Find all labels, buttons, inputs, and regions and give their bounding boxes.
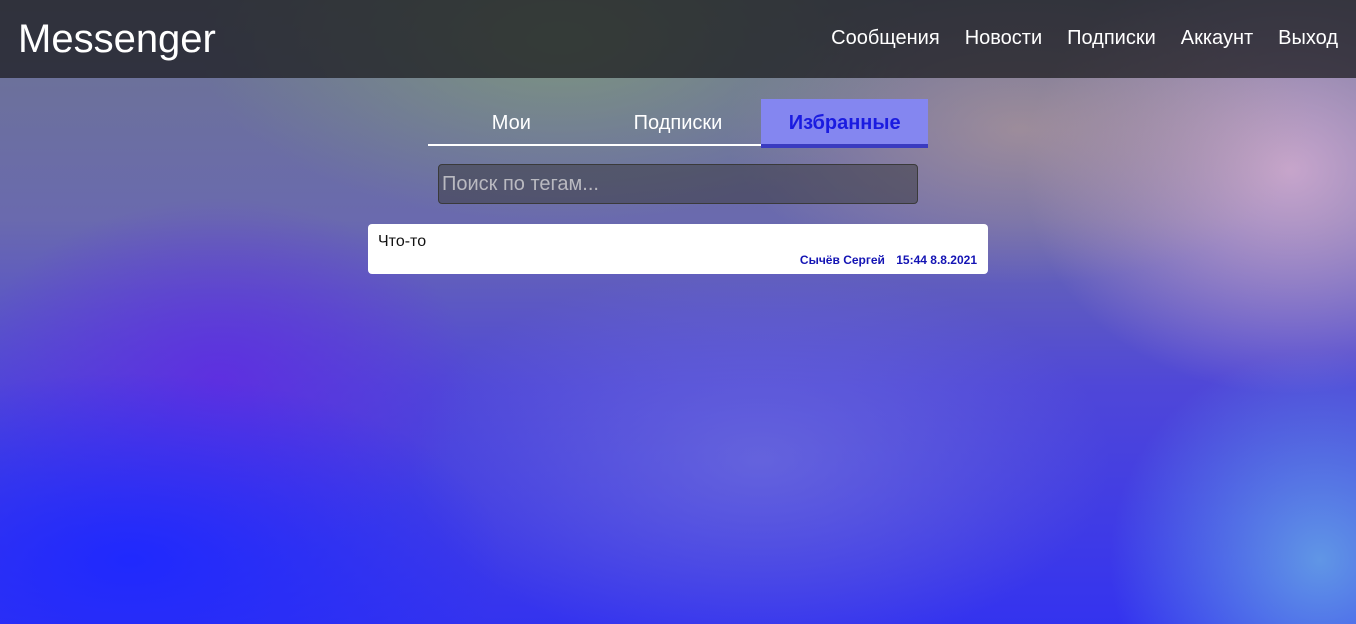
post-author[interactable]: Сычёв Сергей — [800, 253, 885, 267]
top-navbar: Messenger Сообщения Новости Подписки Акк… — [0, 0, 1356, 78]
nav-logout-link[interactable]: Выход — [1278, 27, 1338, 50]
nav-messages-link[interactable]: Сообщения — [831, 27, 940, 50]
post-text: Что-то — [378, 233, 427, 250]
feed-tabs: Мои Подписки Избранные — [428, 99, 928, 149]
nav-subscriptions-link[interactable]: Подписки — [1067, 27, 1156, 50]
nav-news-link[interactable]: Новости — [965, 27, 1042, 50]
main-nav: Сообщения Новости Подписки Аккаунт Выход — [806, 27, 1338, 50]
post-meta: Сычёв Сергей 15:44 8.8.2021 — [792, 253, 977, 267]
tab-subscriptions[interactable]: Подписки — [594, 99, 762, 146]
brand-logo[interactable]: Messenger — [18, 0, 216, 78]
nav-account-link[interactable]: Аккаунт — [1181, 27, 1253, 50]
tab-favorites[interactable]: Избранные — [761, 99, 928, 148]
tab-mine[interactable]: Мои — [428, 99, 595, 146]
post-datetime: 15:44 8.8.2021 — [896, 253, 977, 267]
post-card[interactable]: Что-то Сычёв Сергей 15:44 8.8.2021 — [368, 224, 988, 274]
tag-search-input[interactable] — [438, 164, 918, 204]
